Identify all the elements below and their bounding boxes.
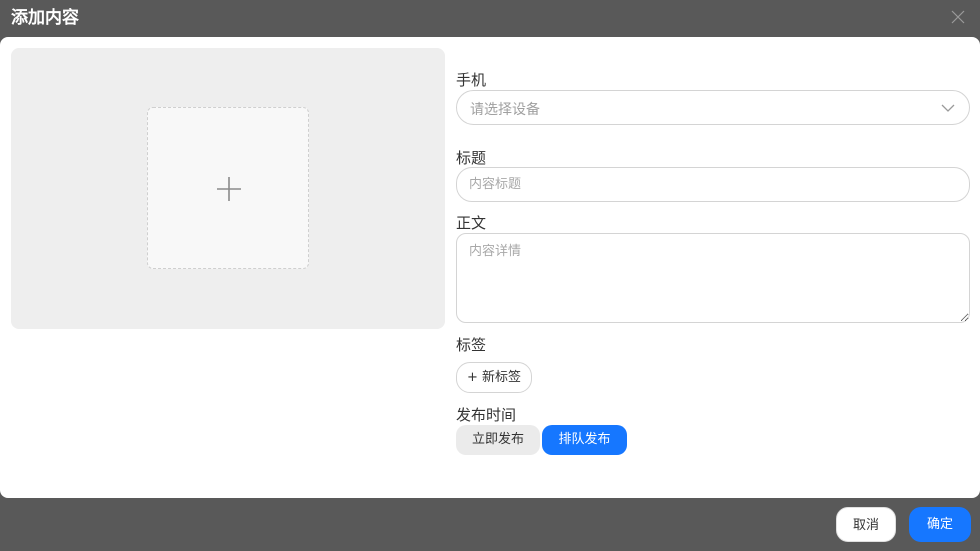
publish-queue-option[interactable]: 排队发布	[542, 425, 627, 455]
body-textarea[interactable]	[456, 233, 970, 323]
phone-select-placeholder: 请选择设备	[470, 102, 540, 118]
confirm-button[interactable]: 确定	[909, 507, 971, 542]
phone-label: 手机	[456, 71, 487, 89]
image-preview-area	[11, 48, 445, 329]
dialog-header: 添加内容	[0, 0, 980, 37]
dialog-title: 添加内容	[11, 8, 79, 28]
cancel-button[interactable]: 取消	[836, 507, 896, 542]
body-label: 正文	[456, 214, 487, 232]
plus-icon	[217, 177, 241, 201]
phone-select[interactable]: 请选择设备	[456, 90, 970, 125]
publish-now-option[interactable]: 立即发布	[456, 425, 540, 455]
title-label: 标题	[456, 149, 487, 167]
close-button[interactable]	[950, 9, 966, 25]
publish-time-label: 发布时间	[456, 406, 517, 424]
chevron-down-icon	[941, 104, 955, 112]
add-content-dialog: 添加内容 手机 请选择设备 标题 正文 标签 + 新标签 发布时间 立即发布 排…	[0, 0, 980, 551]
title-input[interactable]	[456, 167, 970, 202]
tags-label: 标签	[456, 336, 487, 354]
close-icon	[951, 10, 965, 24]
image-upload-button[interactable]	[147, 107, 309, 269]
add-tag-button[interactable]: + 新标签	[456, 362, 532, 393]
